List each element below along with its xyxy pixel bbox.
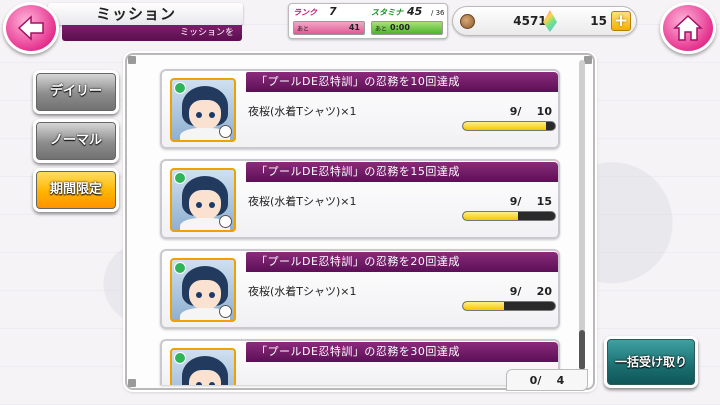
page-subtitle: ミッションを bbox=[62, 25, 242, 41]
home-icon bbox=[673, 14, 703, 41]
stamina-next-label: あと bbox=[375, 26, 388, 33]
clan-badge-icon bbox=[219, 215, 232, 228]
coin-icon bbox=[460, 14, 475, 29]
completed-count: 0/ 4 bbox=[506, 369, 588, 391]
player-stats: ランク 7 スタミナ 45 / 36 あと 41 あと 0:00 bbox=[288, 3, 448, 39]
rank-next-label: あと bbox=[297, 26, 310, 33]
mission-reward: 夜桜(水着Tシャツ)×1 bbox=[248, 105, 357, 118]
progress-fill bbox=[463, 302, 505, 310]
back-button[interactable] bbox=[3, 2, 59, 54]
mission-progress-text: 9/ 20 bbox=[509, 285, 552, 298]
mission-reward: 夜桜(水着Tシャツ)×1 bbox=[248, 285, 357, 298]
reward-card-thumbnail bbox=[170, 78, 236, 142]
scrollbar-thumb[interactable] bbox=[579, 330, 585, 370]
bulk-receive-button[interactable]: 一括受け取り bbox=[604, 336, 698, 388]
rank-value: 7 bbox=[329, 5, 337, 18]
rank-next-value: 41 bbox=[348, 23, 360, 32]
reward-card-thumbnail bbox=[170, 258, 236, 322]
stamina-label: スタミナ bbox=[371, 8, 403, 17]
mission-scrollbar[interactable] bbox=[579, 60, 585, 370]
top-bar: ミッション ミッションを ランク 7 スタミナ 45 / 36 あと 41 あと… bbox=[0, 0, 720, 54]
mission-reward: 夜桜(水着Tシャツ)×1 bbox=[248, 195, 357, 208]
rank-exp-bar: あと 41 bbox=[293, 21, 365, 35]
stamina-bar: あと 0:00 bbox=[371, 21, 443, 35]
stamina-max: / 36 bbox=[431, 9, 445, 17]
mission-title: 「プールDE忍特訓」の忍務を15回達成 bbox=[246, 162, 558, 182]
mission-title: 「プールDE忍特訓」の忍務を20回達成 bbox=[246, 252, 558, 272]
mission-card[interactable]: 「プールDE忍特訓」の忍務を10回達成 夜桜(水着Tシャツ)×1 9/ 10 bbox=[160, 69, 560, 149]
back-arrow-icon bbox=[17, 15, 44, 41]
mission-title: 「プールDE忍特訓」の忍務を10回達成 bbox=[246, 72, 558, 92]
currency-box: 45710 15 + bbox=[452, 6, 637, 36]
mission-progress-bar bbox=[462, 301, 556, 311]
mission-progress-bar bbox=[462, 211, 556, 221]
progress-fill bbox=[463, 122, 546, 130]
stamina-value: 45 bbox=[407, 5, 423, 18]
home-button[interactable] bbox=[660, 2, 716, 54]
clan-badge-icon bbox=[219, 125, 232, 138]
element-badge-icon bbox=[174, 262, 186, 274]
tab-limited[interactable]: 期間限定 bbox=[33, 168, 119, 212]
clan-badge-icon bbox=[219, 305, 232, 318]
mission-card[interactable]: 「プールDE忍特訓」の忍務を15回達成 夜桜(水着Tシャツ)×1 9/ 15 bbox=[160, 159, 560, 239]
page-title: ミッション bbox=[96, 5, 177, 23]
gem-count: 15 bbox=[590, 14, 607, 28]
element-badge-icon bbox=[174, 352, 186, 364]
element-badge-icon bbox=[174, 172, 186, 184]
reward-card-thumbnail bbox=[170, 348, 236, 385]
add-gems-button[interactable]: + bbox=[611, 11, 631, 31]
panel-corner bbox=[584, 56, 592, 64]
mission-title: 「プールDE忍特訓」の忍務を30回達成 bbox=[246, 342, 558, 362]
tab-normal[interactable]: ノーマル bbox=[33, 119, 119, 163]
rank-label: ランク bbox=[293, 8, 317, 17]
tab-daily[interactable]: デイリー bbox=[33, 70, 119, 114]
title-area: ミッション ミッションを bbox=[48, 0, 243, 44]
mission-card[interactable]: 「プールDE忍特訓」の忍務を20回達成 夜桜(水着Tシャツ)×1 9/ 20 bbox=[160, 249, 560, 329]
reward-card-thumbnail bbox=[170, 168, 236, 232]
panel-corner bbox=[128, 56, 136, 64]
stamina-next-value: 0:00 bbox=[390, 23, 410, 32]
mission-progress-text: 9/ 15 bbox=[509, 195, 552, 208]
mission-progress-text: 9/ 10 bbox=[509, 105, 552, 118]
mission-progress-bar bbox=[462, 121, 556, 131]
panel-corner bbox=[128, 379, 136, 387]
mission-card[interactable]: 「プールDE忍特訓」の忍務を30回達成 bbox=[160, 339, 560, 385]
progress-fill bbox=[463, 212, 519, 220]
element-badge-icon bbox=[174, 82, 186, 94]
